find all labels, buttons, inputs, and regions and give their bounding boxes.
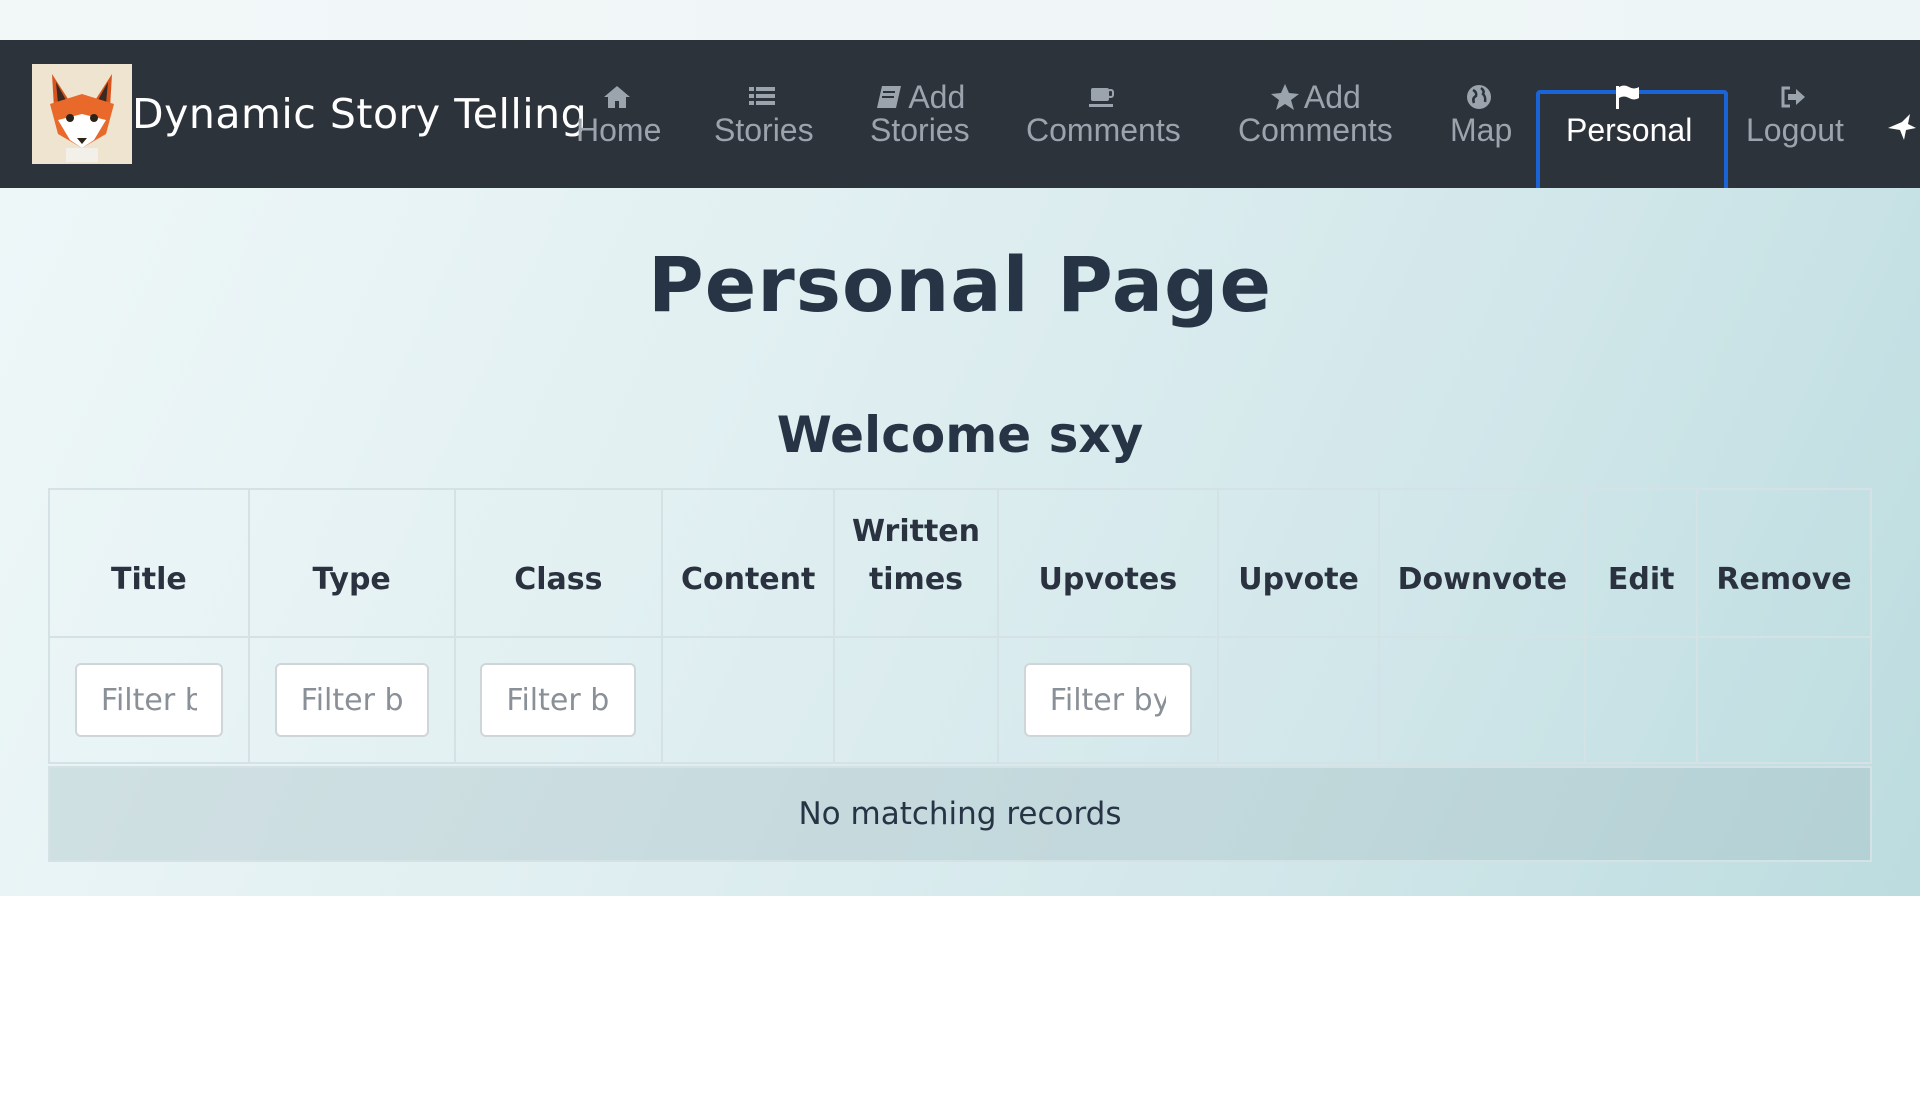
nav-comments[interactable]: Comments — [1026, 80, 1181, 146]
browser-top-strip — [0, 0, 1920, 40]
filter-cell-upvotes — [996, 636, 1219, 764]
column-header-label: Class — [514, 562, 603, 597]
filter-cell-type — [247, 636, 456, 764]
column-header-label: Upvote — [1238, 562, 1359, 597]
column-header-label: Written — [851, 514, 980, 549]
nav-home-label: Home — [576, 112, 662, 148]
nav-add-comments[interactable]: Add Comments — [1238, 80, 1393, 146]
nav-logout[interactable]: Logout — [1746, 80, 1844, 146]
nav-map-label: Map — [1450, 112, 1513, 148]
column-header-edit: Edit — [1584, 488, 1699, 638]
book-icon — [874, 83, 904, 111]
nav-comments-label: Comments — [1026, 112, 1181, 148]
column-header-written-times[interactable]: Written times — [833, 488, 999, 638]
sign-out-icon — [1778, 83, 1808, 111]
filter-cell-content — [661, 636, 836, 764]
column-header-upvote: Upvote — [1216, 488, 1381, 638]
column-header-label-line2: times — [868, 562, 964, 597]
nav-personal-label: Personal — [1566, 112, 1693, 148]
filter-cell-title — [48, 636, 250, 764]
nav-map[interactable]: Map — [1450, 80, 1512, 146]
column-header-label: Downvote — [1397, 562, 1568, 597]
coffee-cup-icon — [1086, 83, 1116, 111]
filter-cell-edit — [1584, 636, 1699, 764]
welcome-message: Welcome sxy — [776, 406, 1144, 464]
column-header-label: Content — [680, 562, 816, 597]
nav-logout-label: Logout — [1746, 112, 1844, 148]
nav-add-comments-line1: Add — [1303, 79, 1361, 115]
column-header-type[interactable]: Type — [247, 488, 456, 638]
fox-logo-icon[interactable] — [32, 64, 132, 164]
nav-stories[interactable]: Stories — [714, 80, 814, 146]
column-header-label: Type — [312, 562, 391, 597]
top-navbar: Dynamic Story Telling Home Stories Add S… — [0, 40, 1920, 218]
column-header-downvote: Downvote — [1378, 488, 1587, 638]
filter-type-input[interactable] — [274, 663, 429, 737]
filter-cell-written-times — [833, 636, 999, 764]
column-header-label: Edit — [1607, 562, 1675, 597]
column-header-content[interactable]: Content — [661, 488, 836, 638]
filter-row — [48, 636, 1872, 764]
filter-cell-class — [453, 636, 664, 764]
column-header-label: Title — [111, 562, 187, 597]
column-header-upvotes[interactable]: Upvotes — [996, 488, 1219, 638]
no-records-message: No matching records — [48, 766, 1872, 862]
column-header-class[interactable]: Class — [453, 488, 664, 638]
nav-home[interactable]: Home — [576, 80, 661, 146]
filter-cell-remove — [1696, 636, 1872, 764]
flag-icon — [1612, 83, 1642, 111]
brand-title[interactable]: Dynamic Story Telling — [132, 84, 587, 144]
nav-add-stories-label: Stories — [870, 112, 970, 148]
nav-add-stories[interactable]: Add Stories — [870, 80, 970, 146]
page-title: Personal Page — [648, 240, 1272, 329]
star-icon — [1270, 83, 1300, 111]
nav-add-stories-line1: Add — [908, 79, 966, 115]
globe-icon — [1464, 83, 1494, 111]
column-header-label: Upvotes — [1038, 562, 1178, 597]
column-header-title[interactable]: Title — [48, 488, 250, 638]
stories-table: Title Type Class Content Written times U… — [48, 488, 1872, 764]
filter-title-input[interactable] — [74, 663, 223, 737]
filter-upvotes-input[interactable] — [1023, 663, 1192, 737]
table-header-row: Title Type Class Content Written times U… — [48, 488, 1872, 638]
filter-cell-downvote — [1378, 636, 1587, 764]
column-header-label: Remove — [1716, 562, 1852, 597]
nav-stories-label: Stories — [714, 112, 814, 148]
list-icon — [747, 83, 777, 111]
hummingbird-icon — [1886, 104, 1920, 144]
filter-cell-upvote — [1216, 636, 1381, 764]
nav-personal[interactable]: Personal — [1566, 80, 1692, 146]
nav-add-comments-label: Comments — [1238, 112, 1393, 148]
home-icon — [602, 83, 632, 111]
column-header-remove: Remove — [1696, 488, 1872, 638]
filter-class-input[interactable] — [480, 663, 637, 737]
